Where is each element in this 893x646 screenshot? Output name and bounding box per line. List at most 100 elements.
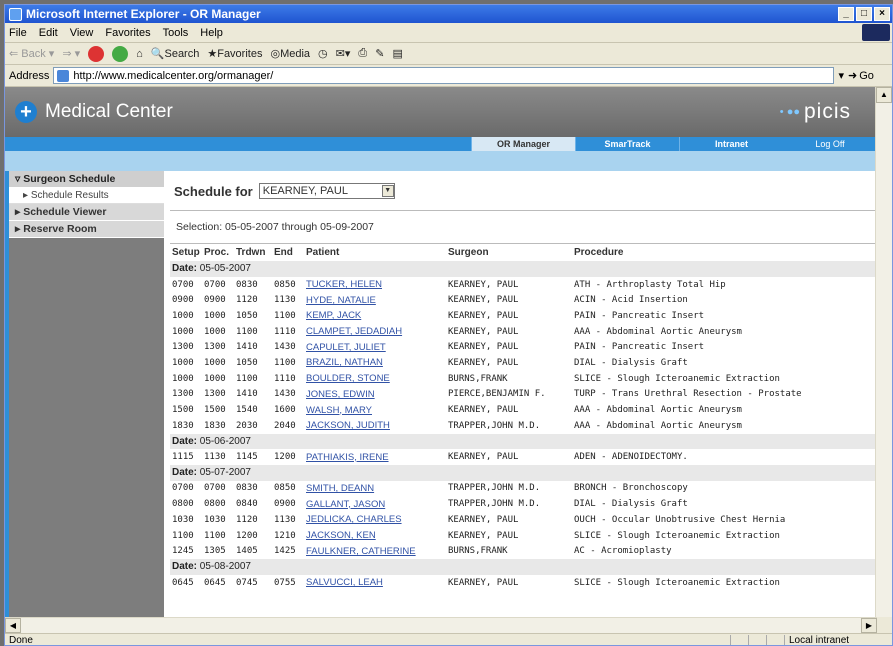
cell-end: 2040 <box>274 420 296 431</box>
date-row: Date: 05-06-2007 <box>170 433 877 450</box>
table-row: 1300 1300 1410 1430 CAPULET, JULIET KEARNEY, … <box>170 339 877 355</box>
menu-file[interactable]: File <box>9 27 27 39</box>
edit-icon[interactable]: ✎ <box>375 47 384 60</box>
sidebar-item-schedule-results[interactable]: ▸ Schedule Results <box>9 188 164 204</box>
cell-trdwn: 1050 <box>236 310 258 321</box>
date-row: Date: 05-08-2007 <box>170 559 877 575</box>
surgeon-select-value: KEARNEY, PAUL <box>262 185 348 197</box>
page-icon <box>57 69 70 82</box>
cell-end: 1100 <box>274 310 296 321</box>
patient-link[interactable]: CAPULET, JULIET <box>306 342 386 353</box>
cell-surgeon: KEARNEY, PAUL <box>448 310 519 321</box>
patient-link[interactable]: JONES, EDWIN <box>306 389 375 400</box>
surgeon-select[interactable]: KEARNEY, PAUL ▼ <box>258 183 395 199</box>
discuss-icon[interactable]: ▤ <box>392 47 402 60</box>
date-label: Date: <box>172 561 198 573</box>
scroll-right-icon[interactable]: ▶ <box>861 618 877 633</box>
cell-setup: 1000 <box>172 373 194 384</box>
patient-link[interactable]: JEDLICKA, CHARLES <box>306 514 402 525</box>
back-button[interactable]: ⇐ Back ▾ <box>9 47 54 60</box>
cell-surgeon: KEARNEY, PAUL <box>448 342 519 353</box>
sidebar-item-schedule-viewer[interactable]: ▸ Schedule Viewer <box>9 204 164 221</box>
table-row: 1300 1300 1410 1430 JONES, EDWIN PIERCE,BENJA… <box>170 387 877 403</box>
patient-link[interactable]: KEMP, JACK <box>306 310 361 321</box>
cell-setup: 1500 <box>172 405 194 416</box>
media-button[interactable]: ◎Media <box>270 47 310 60</box>
sidebar-item-reserve-room[interactable]: ▸ Reserve Room <box>9 221 164 238</box>
cell-trdwn: 0830 <box>236 483 258 494</box>
scroll-left-icon[interactable]: ◀ <box>5 618 21 633</box>
patient-link[interactable]: FAULKNER, CATHERINE <box>306 546 416 557</box>
patient-link[interactable]: WALSH, MARY <box>306 405 372 416</box>
cell-proc: 1830 <box>204 420 226 431</box>
cell-trdwn: 1200 <box>236 530 258 541</box>
patient-link[interactable]: SMITH, DEANN <box>306 483 374 494</box>
menu-help[interactable]: Help <box>200 27 223 39</box>
patient-link[interactable]: JACKSON, JUDITH <box>306 420 390 431</box>
address-dropdown-icon[interactable]: ▾ <box>838 69 844 82</box>
cell-proc: 0700 <box>204 279 226 290</box>
cell-surgeon: KEARNEY, PAUL <box>448 452 519 463</box>
table-row: 1030 1030 1120 1130 JEDLICKA, CHARLES KEARNEY… <box>170 512 877 528</box>
maximize-button[interactable]: □ <box>856 7 872 21</box>
cell-end: 0850 <box>274 483 296 494</box>
close-button[interactable]: × <box>874 7 890 21</box>
date-label: Date: <box>172 435 198 447</box>
cell-setup: 1115 <box>172 452 194 463</box>
patient-link[interactable]: PATHIAKIS, IRENE <box>306 452 389 463</box>
forward-button[interactable]: ⇒ ▾ <box>62 47 80 60</box>
cell-end: 1200 <box>274 452 296 463</box>
refresh-icon[interactable] <box>112 45 129 62</box>
menu-edit[interactable]: Edit <box>39 27 58 39</box>
tab-intranet[interactable]: Intranet <box>679 137 783 151</box>
header-strip <box>5 151 877 171</box>
logoff-link[interactable]: Log Off <box>783 137 877 151</box>
stop-icon[interactable] <box>88 45 105 62</box>
cell-setup: 1100 <box>172 530 194 541</box>
horizontal-scrollbar[interactable]: ◀ ▶ <box>5 617 877 633</box>
patient-link[interactable]: GALLANT, JASON <box>306 499 385 510</box>
cell-setup: 1030 <box>172 514 194 525</box>
go-button[interactable]: ➜ Go <box>848 69 892 83</box>
address-bar: Address http://www.medicalcenter.org/orm… <box>5 65 892 87</box>
table-row: 1830 1830 2030 2040 JACKSON, JUDITH TRAPPER,J… <box>170 418 877 434</box>
patient-link[interactable]: HYDE, NATALIE <box>306 295 376 306</box>
patient-link[interactable]: SALVUCCI, LEAH <box>306 577 383 588</box>
cell-procedure: SLICE - Slough Icteroanemic Extraction <box>574 577 780 588</box>
tab-smartrack[interactable]: SmarTrack <box>575 137 679 151</box>
menu-tools[interactable]: Tools <box>163 27 189 39</box>
table-row: 1000 1000 1050 1100 BRAZIL, NATHAN KEARNEY, P… <box>170 355 877 371</box>
chevron-down-icon[interactable]: ▼ <box>381 185 394 197</box>
cell-end: 1430 <box>274 342 296 353</box>
cell-proc: 1000 <box>204 373 226 384</box>
cell-procedure: ATH - Arthroplasty Total Hip <box>574 279 726 290</box>
minimize-button[interactable]: _ <box>838 7 854 21</box>
patient-link[interactable]: BOULDER, STONE <box>306 373 390 384</box>
patient-link[interactable]: TUCKER, HELEN <box>306 279 382 290</box>
tab-or-manager[interactable]: OR Manager <box>471 137 575 151</box>
cell-end: 1210 <box>274 530 296 541</box>
menu-bar: File Edit View Favorites Tools Help <box>5 23 892 43</box>
address-input[interactable]: http://www.medicalcenter.org/ormanager/ <box>53 67 835 84</box>
search-button[interactable]: 🔍Search <box>151 47 200 60</box>
print-icon[interactable]: ⎙ <box>358 47 367 60</box>
patient-link[interactable]: JACKSON, KEN <box>306 530 376 541</box>
mail-icon[interactable]: ✉▾ <box>336 47 351 60</box>
history-icon[interactable]: ◷ <box>318 47 328 60</box>
vertical-scrollbar[interactable]: ▲ <box>875 87 892 617</box>
cell-setup: 0800 <box>172 499 194 510</box>
patient-link[interactable]: BRAZIL, NATHAN <box>306 357 383 368</box>
home-icon[interactable]: ⌂ <box>136 48 143 60</box>
cell-proc: 1100 <box>204 530 226 541</box>
menu-favorites[interactable]: Favorites <box>105 27 150 39</box>
cell-proc: 1000 <box>204 326 226 337</box>
col-procedure: Procedure <box>574 247 624 258</box>
patient-link[interactable]: CLAMPET, JEDADIAH <box>306 326 402 337</box>
cell-setup: 1000 <box>172 310 194 321</box>
scroll-up-icon[interactable]: ▲ <box>876 87 892 103</box>
cell-end: 1130 <box>274 295 296 306</box>
table-row: 1100 1100 1200 1210 JACKSON, KEN KEARNEY, PAU… <box>170 528 877 544</box>
menu-view[interactable]: View <box>70 27 94 39</box>
favorites-button[interactable]: ★Favorites <box>207 47 262 60</box>
sidebar-item-surgeon-schedule[interactable]: ▿ Surgeon Schedule <box>9 171 164 188</box>
